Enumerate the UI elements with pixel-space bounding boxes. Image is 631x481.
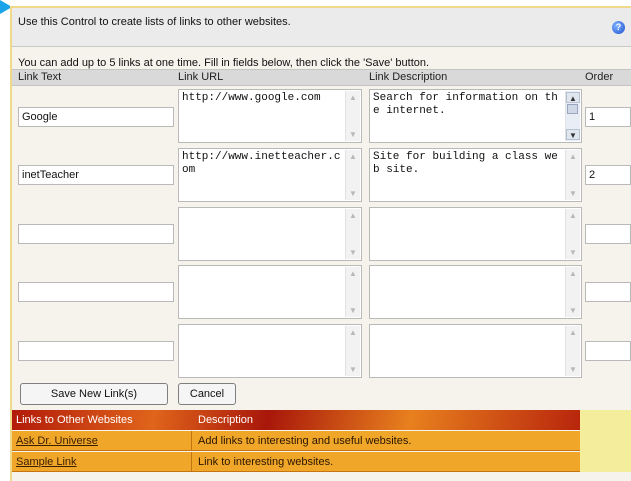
control-title-bar: Use this Control to create lists of link… bbox=[12, 8, 631, 47]
header-description: Description bbox=[198, 414, 254, 426]
scroll-down-icon[interactable]: ▼ bbox=[566, 364, 580, 375]
link-description-textarea[interactable]: ▲ ▼ bbox=[369, 265, 582, 319]
header-links-to-other-websites: Links to Other Websites bbox=[16, 414, 133, 426]
scroll-up-icon[interactable]: ▲ bbox=[566, 327, 580, 338]
link-ask-dr-universe[interactable]: Ask Dr. Universe bbox=[16, 435, 98, 447]
scrollbar[interactable]: ▲ ▼ bbox=[565, 91, 580, 141]
column-header-row: Link Text Link URL Link Description Orde… bbox=[12, 69, 631, 86]
scrollbar[interactable]: ▲ ▼ bbox=[565, 150, 580, 200]
scrollbar[interactable]: ▲ ▼ bbox=[565, 326, 580, 376]
link-url-textarea[interactable]: ▲ ▼ bbox=[178, 265, 362, 319]
scroll-up-icon[interactable]: ▲ bbox=[346, 210, 360, 221]
link-url-textarea[interactable]: ▲ ▼ bbox=[178, 324, 362, 378]
cancel-button[interactable]: Cancel bbox=[178, 383, 236, 405]
column-header-link-description: Link Description bbox=[369, 71, 448, 83]
scroll-down-icon[interactable]: ▼ bbox=[566, 247, 580, 258]
order-input[interactable]: 2 bbox=[585, 165, 631, 185]
link-url-textarea[interactable]: ▲ ▼ bbox=[178, 207, 362, 261]
scroll-down-icon[interactable]: ▼ bbox=[566, 188, 580, 199]
scrollbar[interactable]: ▲ ▼ bbox=[345, 209, 360, 259]
existing-links-table: Links to Other Websites Description Ask … bbox=[12, 410, 580, 472]
order-input[interactable] bbox=[585, 341, 631, 361]
scroll-down-icon[interactable]: ▼ bbox=[566, 305, 580, 316]
link-text-input[interactable]: Google bbox=[18, 107, 174, 127]
scrollbar[interactable]: ▲ ▼ bbox=[345, 91, 360, 141]
scroll-up-icon[interactable]: ▲ bbox=[566, 92, 580, 103]
scroll-down-icon[interactable]: ▼ bbox=[346, 364, 360, 375]
link-text-input[interactable]: inetTeacher bbox=[18, 165, 174, 185]
scroll-up-icon[interactable]: ▲ bbox=[566, 151, 580, 162]
link-text-input[interactable] bbox=[18, 224, 174, 244]
scrollbar[interactable]: ▲ ▼ bbox=[345, 150, 360, 200]
save-new-links-button[interactable]: Save New Link(s) bbox=[20, 383, 168, 405]
scrollbar[interactable]: ▲ ▼ bbox=[345, 326, 360, 376]
link-description-text: Add links to interesting and useful webs… bbox=[198, 435, 412, 447]
link-text-input[interactable] bbox=[18, 341, 174, 361]
link-url-textarea[interactable]: http://www.inetteacher.com ▲ ▼ bbox=[178, 148, 362, 202]
scroll-down-icon[interactable]: ▼ bbox=[346, 188, 360, 199]
link-text-input[interactable] bbox=[18, 282, 174, 302]
scroll-up-icon[interactable]: ▲ bbox=[346, 92, 360, 103]
scroll-up-icon[interactable]: ▲ bbox=[566, 210, 580, 221]
link-description-textarea[interactable]: Search for information on the internet. … bbox=[369, 89, 582, 143]
link-description-textarea[interactable]: ▲ ▼ bbox=[369, 324, 582, 378]
link-list-control: Use this Control to create lists of link… bbox=[10, 6, 631, 481]
decorative-strip bbox=[580, 410, 631, 472]
scroll-down-icon[interactable]: ▼ bbox=[346, 305, 360, 316]
column-header-link-url: Link URL bbox=[178, 71, 224, 83]
order-input[interactable]: 1 bbox=[585, 107, 631, 127]
intro-text: Use this Control to create lists of link… bbox=[18, 16, 291, 28]
scrollbar[interactable]: ▲ ▼ bbox=[565, 209, 580, 259]
link-description-text: Link to interesting websites. bbox=[198, 456, 334, 468]
table-row: Sample Link Link to interesting websites… bbox=[12, 452, 580, 472]
link-sample-link[interactable]: Sample Link bbox=[16, 456, 77, 468]
table-row: Ask Dr. Universe Add links to interestin… bbox=[12, 431, 580, 451]
links-table-header: Links to Other Websites Description bbox=[12, 410, 580, 430]
instructions-text: You can add up to 5 links at one time. F… bbox=[18, 57, 430, 69]
scroll-down-icon[interactable]: ▼ bbox=[566, 129, 580, 140]
column-header-order: Order bbox=[585, 71, 614, 83]
link-description-textarea[interactable]: ▲ ▼ bbox=[369, 207, 582, 261]
scroll-up-icon[interactable]: ▲ bbox=[566, 268, 580, 279]
help-icon[interactable]: ? bbox=[612, 21, 625, 34]
scrollbar[interactable]: ▲ ▼ bbox=[345, 267, 360, 317]
link-url-textarea[interactable]: http://www.google.com ▲ ▼ bbox=[178, 89, 362, 143]
order-input[interactable] bbox=[585, 282, 631, 302]
scroll-up-icon[interactable]: ▲ bbox=[346, 151, 360, 162]
scroll-down-icon[interactable]: ▼ bbox=[346, 247, 360, 258]
column-header-link-text: Link Text bbox=[18, 71, 62, 83]
scroll-down-icon[interactable]: ▼ bbox=[346, 129, 360, 140]
scroll-up-icon[interactable]: ▲ bbox=[346, 268, 360, 279]
order-input[interactable] bbox=[585, 224, 631, 244]
scroll-thumb[interactable] bbox=[567, 104, 578, 114]
link-description-textarea[interactable]: Site for building a class web site. ▲ ▼ bbox=[369, 148, 582, 202]
scrollbar[interactable]: ▲ ▼ bbox=[565, 267, 580, 317]
scroll-up-icon[interactable]: ▲ bbox=[346, 327, 360, 338]
